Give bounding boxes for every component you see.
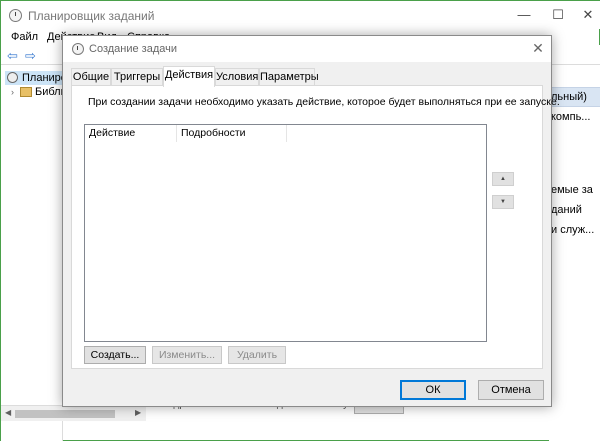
tab-settings[interactable]: Параметры bbox=[259, 68, 319, 86]
actions-tab-panel: При создании задачи необходимо указать д… bbox=[71, 85, 560, 369]
actions-list[interactable]: Действие Подробности bbox=[84, 124, 487, 342]
create-task-dialog: Создание задачи ✕ Общие Триггеры Действи… bbox=[62, 35, 560, 407]
column-header-details[interactable]: Подробности bbox=[177, 125, 287, 142]
tab-conditions[interactable]: Условия bbox=[215, 68, 259, 86]
delete-action-button[interactable]: Удалить bbox=[228, 346, 286, 364]
forward-arrow-icon[interactable]: ⇨ bbox=[25, 48, 36, 64]
create-action-button[interactable]: Создать... bbox=[84, 346, 146, 364]
move-down-icon: ▼ bbox=[500, 199, 506, 205]
toolbar-right-section bbox=[549, 46, 600, 64]
edit-action-button[interactable]: Изменить... bbox=[152, 346, 222, 364]
dialog-title: Создание задачи bbox=[89, 43, 177, 55]
maximize-button[interactable]: ☐ bbox=[543, 6, 573, 24]
actions-pane-item[interactable]: емые за bbox=[551, 184, 593, 196]
menu-file[interactable]: Файл bbox=[11, 31, 38, 43]
clock-icon bbox=[72, 43, 84, 55]
scroll-left-icon[interactable]: ◀ bbox=[5, 408, 11, 417]
main-window-title: Планировщик заданий bbox=[28, 9, 155, 23]
main-titlebar: Планировщик заданий — ☐ ✕ bbox=[1, 1, 600, 29]
dialog-titlebar: Создание задачи ✕ bbox=[63, 36, 551, 62]
folder-icon bbox=[20, 87, 32, 97]
expand-icon[interactable]: › bbox=[11, 87, 14, 97]
cancel-button[interactable]: Отмена bbox=[478, 380, 544, 400]
actions-description: При создании задачи необходимо указать д… bbox=[88, 96, 560, 108]
actions-pane-item[interactable]: компь... bbox=[551, 111, 590, 123]
minimize-button[interactable]: — bbox=[509, 6, 539, 24]
move-down-button[interactable]: ▼ bbox=[492, 195, 514, 209]
scroll-right-icon[interactable]: ▶ bbox=[135, 408, 141, 417]
tab-actions[interactable]: Действия bbox=[163, 66, 215, 87]
scheduler-icon bbox=[7, 72, 18, 83]
scrollbar-thumb[interactable] bbox=[15, 410, 115, 418]
actions-pane-item[interactable]: даний bbox=[551, 204, 582, 216]
tree-pane bbox=[1, 65, 63, 441]
back-arrow-icon[interactable]: ⇦ bbox=[7, 48, 18, 64]
move-up-icon: ▲ bbox=[500, 176, 506, 182]
column-header-action[interactable]: Действие bbox=[85, 125, 177, 142]
actions-pane-item[interactable]: и служ... bbox=[551, 224, 594, 236]
tab-general[interactable]: Общие bbox=[71, 68, 111, 86]
main-close-button[interactable]: ✕ bbox=[573, 6, 600, 24]
ok-button[interactable]: ОК bbox=[400, 380, 466, 400]
move-up-button[interactable]: ▲ bbox=[492, 172, 514, 186]
horizontal-scrollbar[interactable]: ◀ ▶ bbox=[1, 405, 146, 421]
close-icon[interactable]: ✕ bbox=[529, 39, 547, 57]
tab-triggers[interactable]: Триггеры bbox=[111, 68, 163, 86]
clock-icon bbox=[9, 9, 22, 22]
